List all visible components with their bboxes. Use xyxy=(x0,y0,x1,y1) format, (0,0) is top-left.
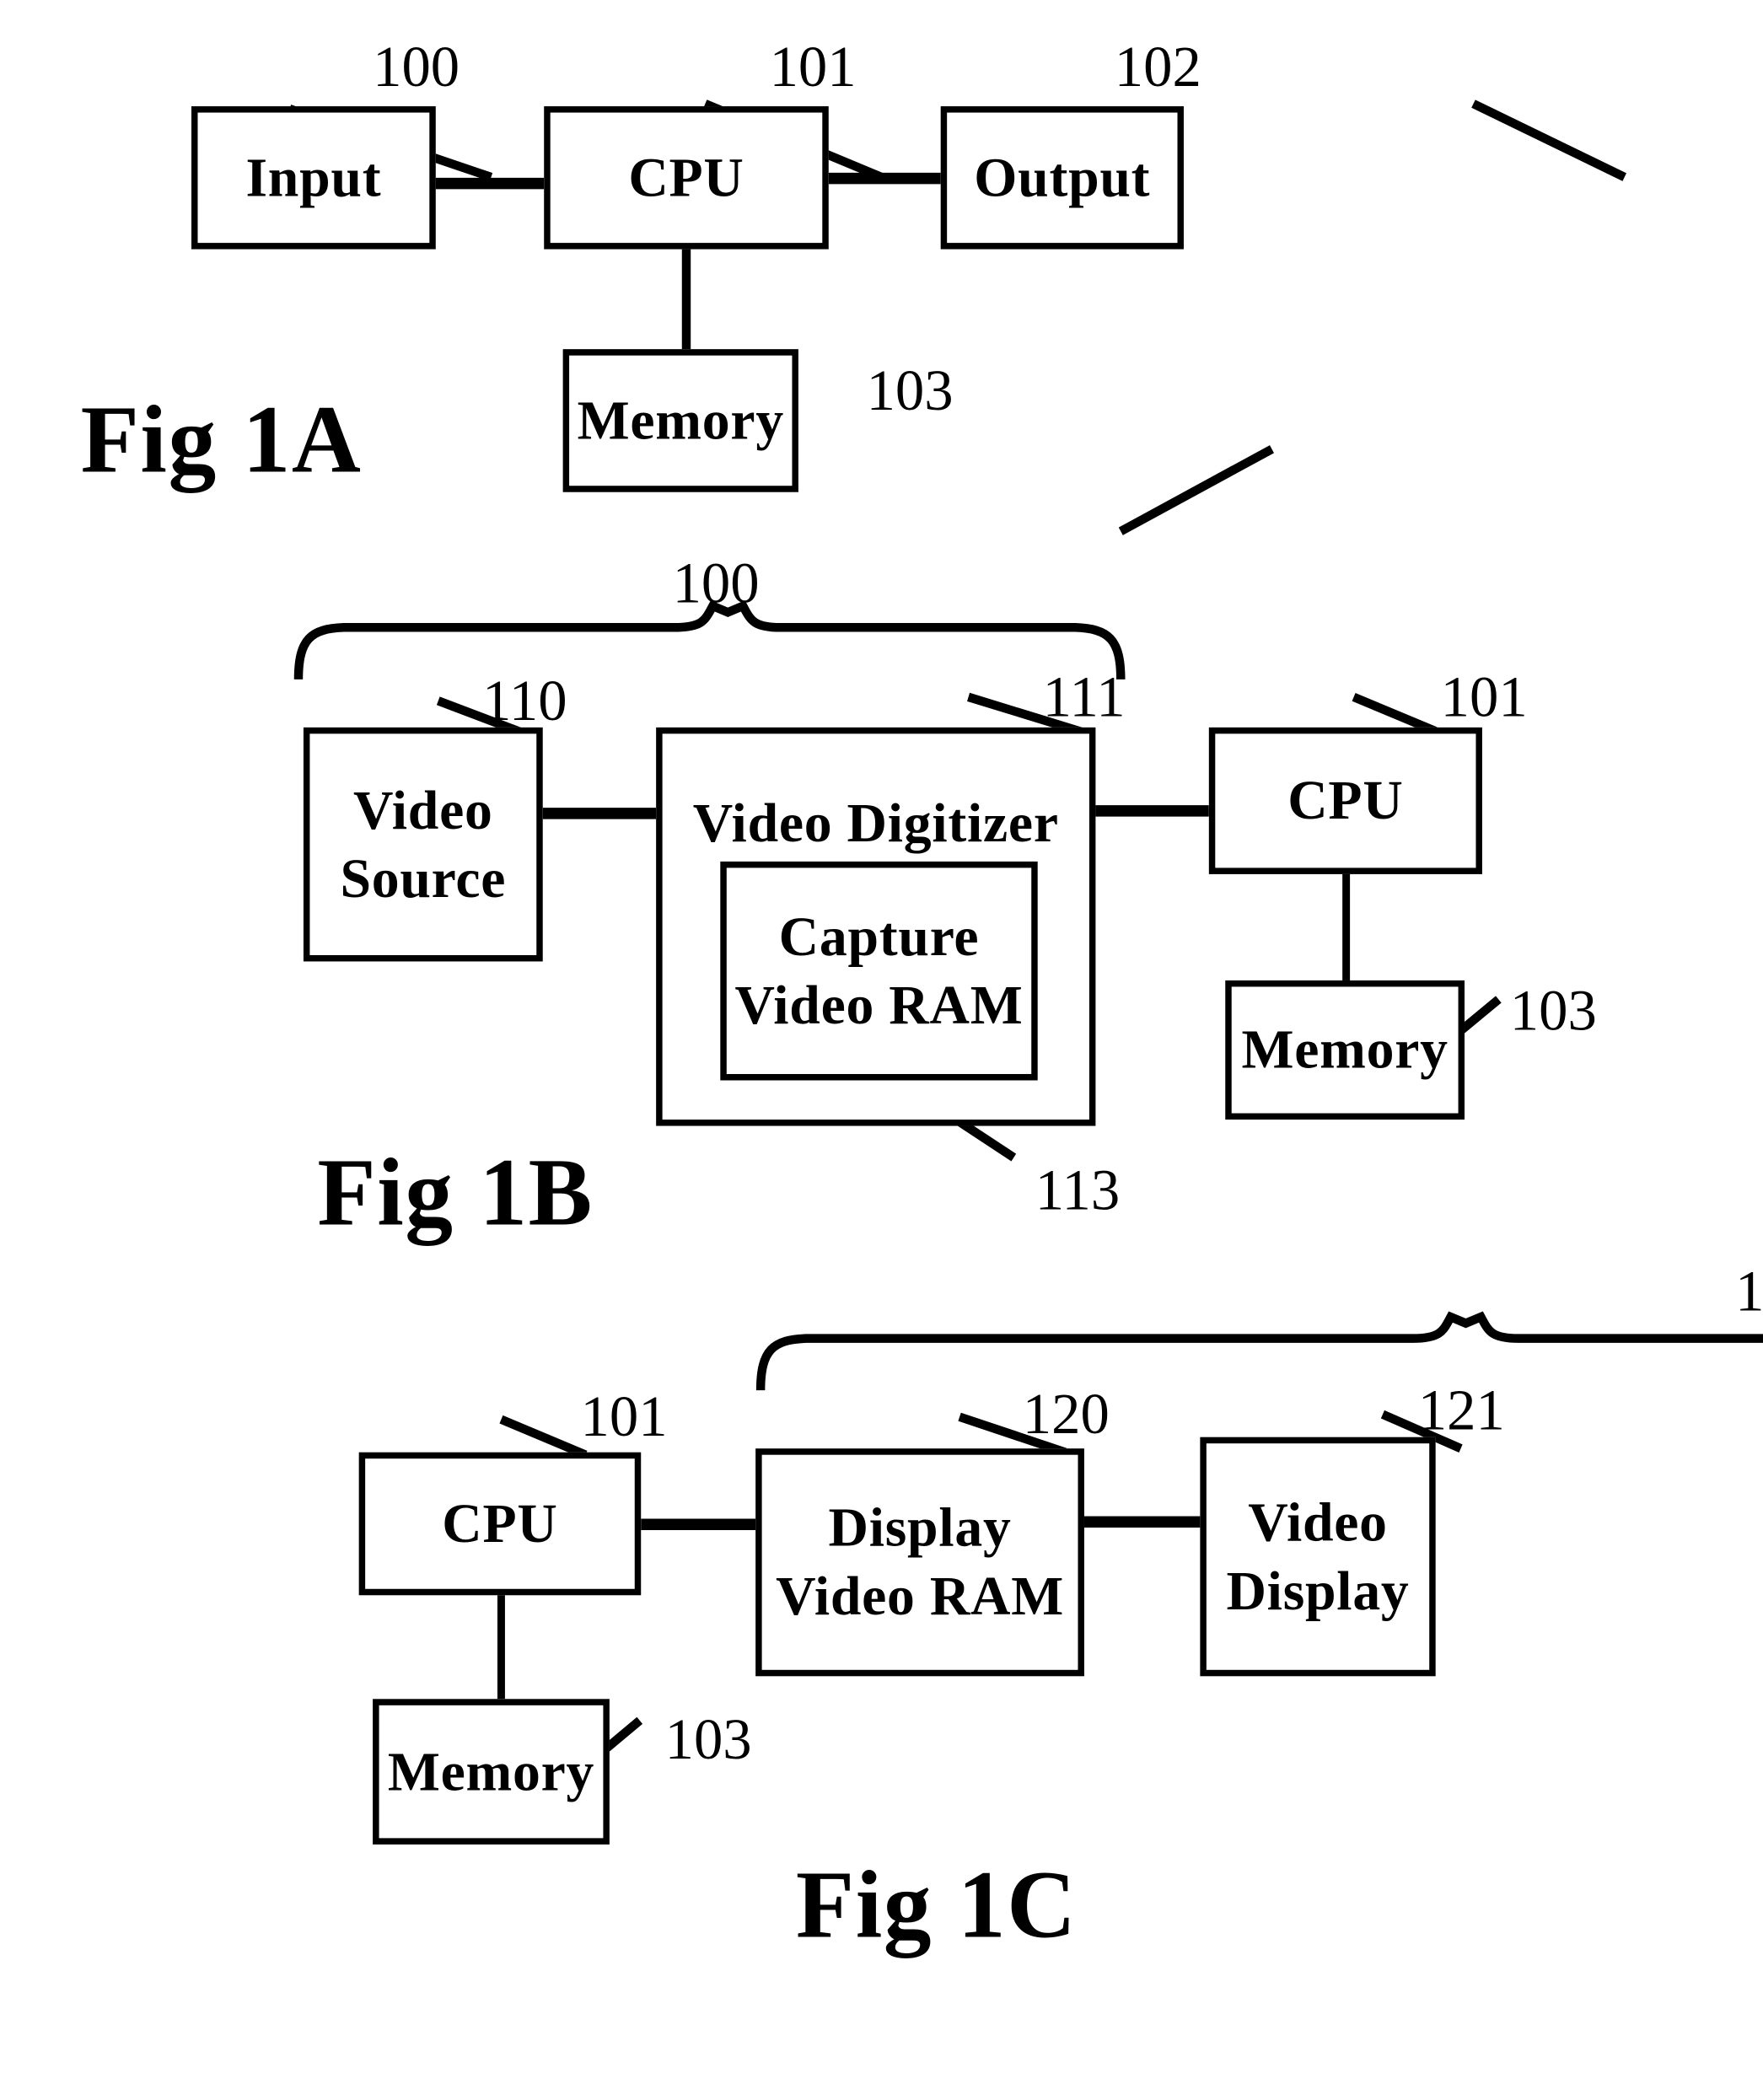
leader-line-101-fig1c xyxy=(499,1415,588,1459)
ref-numeral-102-fig1c-brace: 102 xyxy=(1735,1259,1763,1324)
brace-fig1b xyxy=(293,600,1126,679)
block-memory-label: Memory xyxy=(577,389,784,452)
block-cpu-fig1b-label: CPU xyxy=(1287,769,1404,832)
block-memory-fig1a[interactable]: Memory xyxy=(562,349,798,492)
ref-numeral-110: 110 xyxy=(482,668,567,733)
figure-caption-1c: Fig 1C xyxy=(795,1851,1078,1958)
ref-numeral-101-fig1b: 101 xyxy=(1440,663,1528,729)
ref-numeral-102-fig1a: 102 xyxy=(1114,34,1201,99)
ref-numeral-113: 113 xyxy=(1035,1157,1121,1222)
ref-numeral-103-fig1c: 103 xyxy=(664,1706,752,1771)
block-output[interactable]: Output xyxy=(940,106,1184,250)
brace-fig1c xyxy=(755,1311,1763,1391)
block-memory-fig1b[interactable]: Memory xyxy=(1225,980,1465,1120)
block-video-source[interactable]: Video Source xyxy=(303,727,543,962)
block-memory-fig1b-label: Memory xyxy=(1241,1018,1449,1081)
block-video-display-label: Video Display xyxy=(1226,1490,1410,1622)
ref-numeral-121: 121 xyxy=(1417,1378,1505,1442)
block-output-label: Output xyxy=(974,146,1151,209)
block-display-video-ram[interactable]: Display Video RAM xyxy=(755,1448,1084,1677)
ref-numeral-111: 111 xyxy=(1042,663,1126,729)
block-cpu-fig1c[interactable]: CPU xyxy=(358,1452,642,1596)
block-capture-video-ram-label: Capture Video RAM xyxy=(734,905,1024,1036)
ref-numeral-120: 120 xyxy=(1022,1381,1110,1447)
leader-line-103-fig1a xyxy=(1118,445,1274,535)
block-memory-fig1c-label: Memory xyxy=(387,1740,595,1802)
ref-numeral-100-fig1a: 100 xyxy=(373,34,460,99)
leader-line-101-fig1b xyxy=(1352,692,1438,736)
block-capture-video-ram[interactable]: Capture Video RAM xyxy=(720,861,1038,1081)
patent-figure-sheet: Input 100 CPU 101 Output 102 Memory 103 … xyxy=(0,0,1763,2100)
block-video-digitizer-label: Video Digitizer xyxy=(692,792,1059,854)
block-video-display[interactable]: Video Display xyxy=(1200,1437,1436,1677)
figure-caption-1a: Fig 1A xyxy=(80,387,363,494)
block-cpu-label: CPU xyxy=(628,146,744,209)
ref-numeral-101-fig1c: 101 xyxy=(580,1383,668,1449)
ref-numeral-101-fig1a: 101 xyxy=(769,34,857,99)
block-memory-fig1c[interactable]: Memory xyxy=(373,1699,610,1845)
ref-numeral-103-fig1b: 103 xyxy=(1509,977,1597,1043)
block-input[interactable]: Input xyxy=(191,106,436,250)
leader-line-102-fig1a xyxy=(1471,99,1626,181)
block-video-source-label: Video Source xyxy=(340,779,507,910)
ref-numeral-103-fig1a: 103 xyxy=(866,357,954,423)
block-display-video-ram-label: Display Video RAM xyxy=(776,1496,1065,1627)
ref-numeral-100-fig1b-brace: 100 xyxy=(672,550,760,615)
block-cpu-fig1a[interactable]: CPU xyxy=(544,106,829,250)
block-cpu-fig1c-label: CPU xyxy=(442,1492,558,1555)
block-cpu-fig1b[interactable]: CPU xyxy=(1208,727,1482,874)
block-input-label: Input xyxy=(245,146,382,209)
figure-caption-1b: Fig 1B xyxy=(317,1140,594,1247)
